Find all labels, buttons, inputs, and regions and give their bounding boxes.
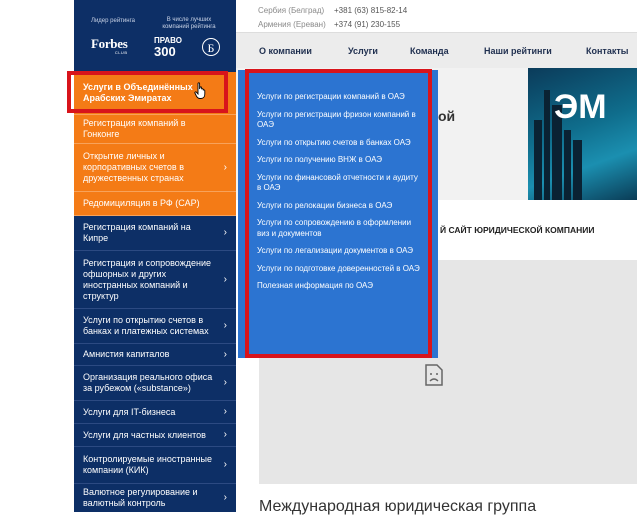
sidebar-item-bank-accounts[interactable]: Услуги по открытию счетов в банках и пла… [74,309,236,344]
contact-row-armenia: Армения (Ереван) [258,20,326,29]
contact-phone[interactable]: +374 (91) 230-155 [334,20,400,29]
chevron-right-icon: › [223,320,227,331]
chevron-right-icon: › [223,348,227,360]
sidebar-item-currency[interactable]: Валютное регулирование и валютный контро… [74,484,236,512]
chevron-right-icon: › [223,273,227,285]
page-heading: Международная юридическая группа [259,498,537,515]
sidebar-item-substance[interactable]: Организация реального офиса за рубежом (… [74,366,236,401]
chevron-right-icon: › [223,459,227,470]
hero-image: ЭМ [528,68,637,200]
sidebar-item-offshore[interactable]: Регистрация и сопровождение офшорных и д… [74,251,236,309]
nav-services[interactable]: Услуги [348,33,378,69]
nav-contacts[interactable]: Контакты [586,33,628,69]
rating-badge-icon: Б [202,38,220,56]
chevron-right-icon: › [223,227,227,238]
chevron-right-icon: › [223,406,227,417]
pravo300-logo: ПРАВО 300 [154,36,182,58]
sidebar-item-label: Валютное регулирование и валютный контро… [83,487,198,508]
sidebar-item-label: Регистрация и сопровождение офшорных и д… [83,257,211,301]
contact-country: Армения (Ереван) [258,20,326,29]
site-subheading: Й САЙТ ЮРИДИЧЕСКОЙ КОМПАНИИ [440,225,595,235]
hand-cursor-icon [194,82,206,99]
nav-about[interactable]: О компании [259,33,312,69]
sidebar-item-cyprus[interactable]: Регистрация компаний на Кипре › [74,216,236,251]
nav-team[interactable]: Команда [410,33,449,69]
sidebar-item-it[interactable]: Услуги для IT-бизнеса › [74,401,236,424]
sidebar-item-label: Редомициляция в РФ (САР) [83,198,200,208]
forbes-logo-text: Forbes [91,36,128,51]
sidebar-item-accounts-friendly[interactable]: Открытие личных и корпоративных счетов в… [74,144,236,192]
sidebar-item-label: Амнистия капиталов [83,349,170,359]
hero-title: ой [438,108,456,124]
sidebar-item-private[interactable]: Услуги для частных клиентов › [74,424,236,447]
highlight-frame-submenu [245,69,432,358]
sidebar-item-label: Услуги для IT-бизнеса [83,406,176,417]
chevron-right-icon: › [223,429,227,440]
chevron-right-icon: › [223,377,227,388]
sidebar-item-label: Услуги для частных клиентов [83,429,206,440]
sidebar-item-label: Регистрация компаний в Гонконге [83,118,186,139]
contact-row-serbia: Сербия (Белград) [258,6,324,15]
sidebar-item-hongkong[interactable]: Регистрация компаний в Гонконге [74,115,236,144]
sidebar-item-kik[interactable]: Контролируемые иностранные компании (КИК… [74,447,236,484]
hero-big-text: ЭМ [554,88,607,126]
broken-image-icon [425,364,443,386]
chevron-right-icon: › [223,161,227,173]
chevron-right-icon: › [223,492,227,503]
pravo-logo-num: 300 [154,44,176,59]
nav-ratings[interactable]: Наши рейтинги [484,33,552,69]
rating-leader-label: Лидер рейтинга [91,18,135,24]
rating-top-label: В числе лучших компаний рейтинга [162,17,216,30]
sidebar-item-label: Услуги по открытию счетов в банках и пла… [83,315,209,336]
forbes-logo: Forbes CLUB [91,36,128,55]
contact-phone-serbia[interactable]: +381 (63) 815-82-14 [334,6,407,15]
sidebar-item-amnesty[interactable]: Амнистия капиталов › [74,344,236,366]
contact-country: Сербия (Белград) [258,6,325,15]
sidebar-item-redomiciliation[interactable]: Редомициляция в РФ (САР) [74,192,236,216]
sidebar-item-label: Организация реального офиса за рубежом (… [83,372,213,393]
sidebar-item-label: Регистрация компаний на Кипре [83,222,191,243]
sidebar-item-label: Контролируемые иностранные компании (КИК… [83,454,212,475]
contact-phone-armenia[interactable]: +374 (91) 230-155 [334,20,400,29]
contact-phone[interactable]: +381 (63) 815-82-14 [334,6,407,15]
main-nav: О компании Услуги Команда Наши рейтинги … [236,32,637,69]
sidebar-item-label: Открытие личных и корпоративных счетов в… [83,151,184,183]
